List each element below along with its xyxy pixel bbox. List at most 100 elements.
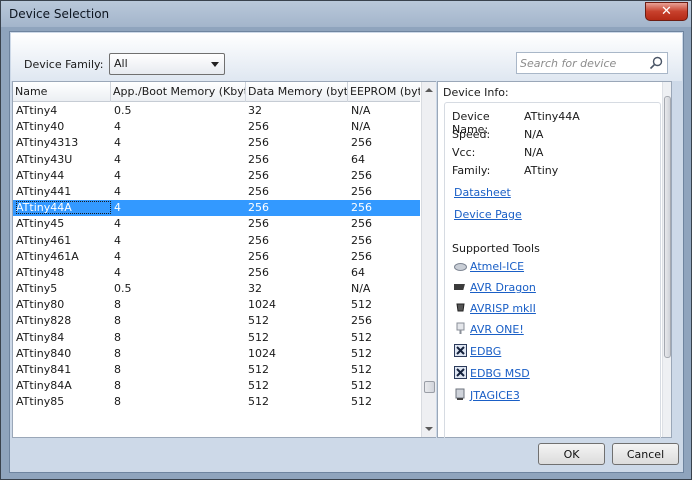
- cell-name: ATtiny85: [16, 395, 65, 409]
- ok-button[interactable]: OK: [538, 443, 605, 465]
- cell-name: ATtiny44A: [16, 201, 111, 215]
- cell-app-memory: 8: [114, 363, 121, 376]
- cell-app-memory: 8: [114, 346, 121, 360]
- device-info-title: Device Info:: [443, 86, 509, 99]
- table-row[interactable]: ATtiny45 4 256 256: [13, 216, 420, 232]
- grid-header: Name App./Boot Memory (Kbytes) Data Memo…: [13, 82, 420, 102]
- cell-app-memory: 4: [114, 249, 121, 263]
- cell-name: ATtiny45: [16, 217, 65, 231]
- cell-app-memory: 8: [114, 298, 121, 312]
- table-row[interactable]: ATtiny85 8 512 512: [13, 394, 420, 410]
- table-row[interactable]: ATtiny840 8 1024 512: [13, 346, 420, 362]
- cell-eeprom: 64: [351, 152, 365, 166]
- table-row[interactable]: ATtiny44 4 256 256: [13, 168, 420, 184]
- table-row[interactable]: ATtiny80 8 1024 512: [13, 297, 420, 313]
- cell-eeprom: 256: [351, 136, 372, 150]
- scroll-down-icon[interactable]: [425, 427, 433, 431]
- table-row[interactable]: ATtiny84A 8 512 512: [13, 378, 420, 394]
- cell-data-memory: 512: [248, 363, 269, 376]
- column-header-app-memory[interactable]: App./Boot Memory (Kbytes): [111, 82, 246, 102]
- avr-dragon-icon: [454, 284, 465, 290]
- cell-app-memory: 0.5: [114, 282, 132, 296]
- device-family-value: All: [114, 57, 128, 70]
- cell-data-memory: 512: [248, 330, 269, 344]
- cell-eeprom: 256: [351, 314, 372, 328]
- info-scroll-thumb[interactable]: [664, 96, 671, 358]
- cell-data-memory: 256: [248, 201, 269, 215]
- device-name-value: ATtiny44A: [524, 110, 580, 123]
- cell-name: ATtiny80: [16, 298, 65, 312]
- device-info-panel: Device Info: Device Name: ATtiny44A Spee…: [437, 81, 672, 438]
- device-page-link[interactable]: Device Page: [454, 208, 522, 221]
- cell-eeprom: 512: [351, 395, 372, 409]
- search-input[interactable]: [520, 55, 644, 71]
- scroll-up-icon[interactable]: [425, 88, 433, 92]
- table-row[interactable]: ATtiny44A 4 256 256: [13, 200, 420, 217]
- cell-app-memory: 8: [114, 379, 121, 393]
- tool-name[interactable]: EDBG: [470, 345, 501, 358]
- jtagice3-icon: [455, 388, 465, 400]
- device-family-dropdown[interactable]: All: [109, 53, 225, 75]
- table-row[interactable]: ATtiny43U 4 256 64: [13, 152, 420, 168]
- table-row[interactable]: ATtiny84 8 512 512: [13, 330, 420, 346]
- tool-name[interactable]: EDBG MSD: [470, 367, 530, 380]
- table-row[interactable]: ATtiny461 4 256 256: [13, 233, 420, 249]
- title-bar[interactable]: Device Selection ✕: [1, 1, 691, 27]
- cell-data-memory: 32: [248, 282, 262, 296]
- filter-bar: Device Family: All: [11, 33, 682, 81]
- table-row[interactable]: ATtiny461A 4 256 256: [13, 249, 420, 265]
- cell-name: ATtiny828: [16, 314, 72, 328]
- table-row[interactable]: ATtiny4313 4 256 256: [13, 135, 420, 151]
- table-row[interactable]: ATtiny40 4 256 N/A: [13, 119, 420, 135]
- column-header-name[interactable]: Name: [13, 82, 111, 102]
- datasheet-link[interactable]: Datasheet: [454, 186, 511, 199]
- cell-data-memory: 256: [248, 168, 269, 182]
- table-row[interactable]: ATtiny48 4 256 64: [13, 265, 420, 281]
- grid-scrollbar[interactable]: [421, 82, 436, 437]
- cell-app-memory: 0.5: [114, 104, 132, 117]
- cell-name: ATtiny44: [16, 168, 65, 182]
- dialog-client: Device Family: All Name App./Boot Memory…: [9, 31, 684, 473]
- scroll-thumb[interactable]: [424, 381, 435, 393]
- cell-name: ATtiny840: [16, 346, 72, 360]
- cell-app-memory: 4: [114, 136, 121, 150]
- cell-name: ATtiny84: [16, 330, 65, 344]
- cell-name: ATtiny84A: [16, 379, 72, 393]
- cell-name: ATtiny461: [16, 233, 72, 247]
- cell-data-memory: 512: [248, 314, 269, 328]
- table-row[interactable]: ATtiny4 0.5 32 N/A: [13, 103, 420, 119]
- cell-eeprom: 512: [351, 379, 372, 393]
- cell-eeprom: N/A: [351, 104, 371, 117]
- cell-name: ATtiny4313: [16, 136, 79, 150]
- tool-name[interactable]: Atmel-ICE: [470, 260, 524, 273]
- cell-name: ATtiny5: [16, 282, 58, 296]
- cell-app-memory: 4: [114, 233, 121, 247]
- close-button[interactable]: ✕: [645, 2, 688, 21]
- tool-name[interactable]: JTAGICE3: [470, 389, 520, 402]
- cell-data-memory: 512: [248, 379, 269, 393]
- speed-value: N/A: [524, 128, 544, 141]
- cell-data-memory: 32: [248, 104, 262, 117]
- family-value: ATtiny: [524, 164, 559, 177]
- device-selection-window: Device Selection ✕ Device Family: All Na…: [0, 0, 692, 480]
- search-box[interactable]: [516, 52, 668, 74]
- cell-eeprom: N/A: [351, 282, 371, 296]
- table-row[interactable]: ATtiny441 4 256 256: [13, 184, 420, 200]
- cell-app-memory: 4: [114, 152, 121, 166]
- cell-name: ATtiny40: [16, 120, 65, 134]
- info-scrollbar[interactable]: [662, 82, 671, 437]
- tool-name[interactable]: AVRISP mkII: [470, 302, 536, 315]
- avr-one-icon: [456, 322, 465, 334]
- cell-data-memory: 256: [248, 249, 269, 263]
- tool-name[interactable]: AVR ONE!: [470, 323, 524, 336]
- search-icon[interactable]: [648, 55, 664, 71]
- column-header-data-memory[interactable]: Data Memory (bytes): [246, 82, 348, 102]
- device-family-label: Device Family:: [24, 58, 104, 71]
- column-header-eeprom[interactable]: EEPROM (bytes): [348, 82, 420, 102]
- table-row[interactable]: ATtiny841 8 512 512: [13, 362, 420, 378]
- cancel-button[interactable]: Cancel: [612, 443, 679, 465]
- cell-data-memory: 256: [248, 136, 269, 150]
- table-row[interactable]: ATtiny5 0.5 32 N/A: [13, 281, 420, 297]
- tool-name[interactable]: AVR Dragon: [470, 281, 536, 294]
- table-row[interactable]: ATtiny828 8 512 256: [13, 313, 420, 329]
